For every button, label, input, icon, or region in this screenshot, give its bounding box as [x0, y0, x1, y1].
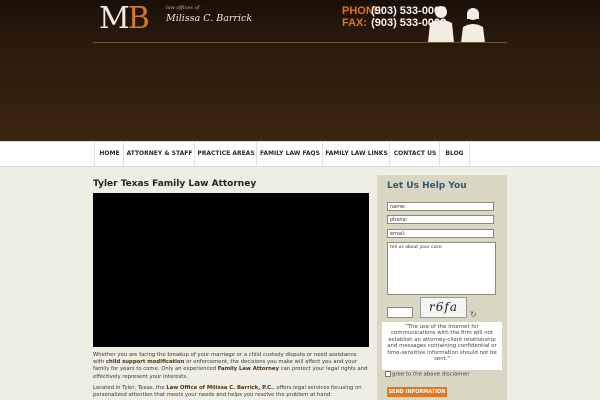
- email-field[interactable]: email:: [387, 229, 494, 238]
- name-field[interactable]: name:: [387, 202, 494, 211]
- logo-name[interactable]: Milissa C. Barrick: [166, 13, 252, 24]
- nav-family-law-faqs[interactable]: FAMILY LAW FAQS: [256, 142, 323, 166]
- child-support-link[interactable]: child support modification: [106, 359, 184, 365]
- location-paragraph: Located in Tyler, Texas, the Law Office …: [93, 385, 369, 399]
- logo-tagline: law offices of: [166, 5, 200, 11]
- main-navigation: HOME ATTORNEY & STAFF PRACTICE AREAS FAM…: [0, 141, 600, 167]
- nav-family-law-links[interactable]: FAMILY LAW LINKS: [322, 142, 390, 166]
- phone-field[interactable]: phone:: [387, 215, 494, 224]
- site-header: MB law offices of Milissa C. Barrick PHO…: [0, 0, 600, 141]
- firm-name-link[interactable]: Law Office of Milissa C. Barrick, P.C.: [166, 385, 273, 391]
- intro-paragraph: Whether you are facing the breakup of yo…: [93, 352, 369, 381]
- page-title: Tyler Texas Family Law Attorney: [93, 179, 257, 189]
- video-player[interactable]: [93, 193, 369, 347]
- agree-label: gree to the above disclaimer: [392, 371, 470, 378]
- nav-blog[interactable]: BLOG: [439, 142, 470, 166]
- woman-silhouette-icon: [461, 8, 485, 43]
- agree-row: gree to the above disclaimer: [385, 371, 470, 378]
- family-law-attorney-link[interactable]: Family Law Attorney: [218, 366, 279, 372]
- nav-contact-us[interactable]: CONTACT US: [389, 142, 440, 166]
- phone-label: PHONE:: [342, 5, 385, 17]
- nav-home[interactable]: HOME: [94, 142, 124, 166]
- fax-label: FAX:: [342, 17, 368, 29]
- contact-form-sidebar: Let Us Help You name: phone: email: tell…: [377, 175, 507, 400]
- location-text-1: Located in Tyler, Texas, the: [93, 385, 167, 391]
- captcha-input[interactable]: [387, 307, 413, 318]
- nav-attorney-staff[interactable]: ATTORNEY & STAFF: [123, 142, 195, 166]
- header-divider: [93, 42, 507, 43]
- refresh-captcha-icon[interactable]: ↻: [470, 310, 477, 319]
- logo-m: M: [99, 1, 130, 36]
- case-textarea[interactable]: tell us about your case:: [387, 242, 496, 295]
- agree-checkbox[interactable]: [385, 371, 391, 377]
- logo-b: B: [127, 1, 150, 36]
- disclaimer-text: "The use of the Internet for communicati…: [382, 322, 502, 370]
- send-information-button[interactable]: SEND INFORMATION: [387, 387, 447, 397]
- nav-practice-areas[interactable]: PRACTICE AREAS: [194, 142, 257, 166]
- sidebar-title: Let Us Help You: [387, 181, 467, 191]
- logo-monogram[interactable]: MB: [99, 1, 150, 36]
- man-silhouette-icon: [428, 6, 454, 43]
- captcha-image: r6fa: [420, 297, 467, 318]
